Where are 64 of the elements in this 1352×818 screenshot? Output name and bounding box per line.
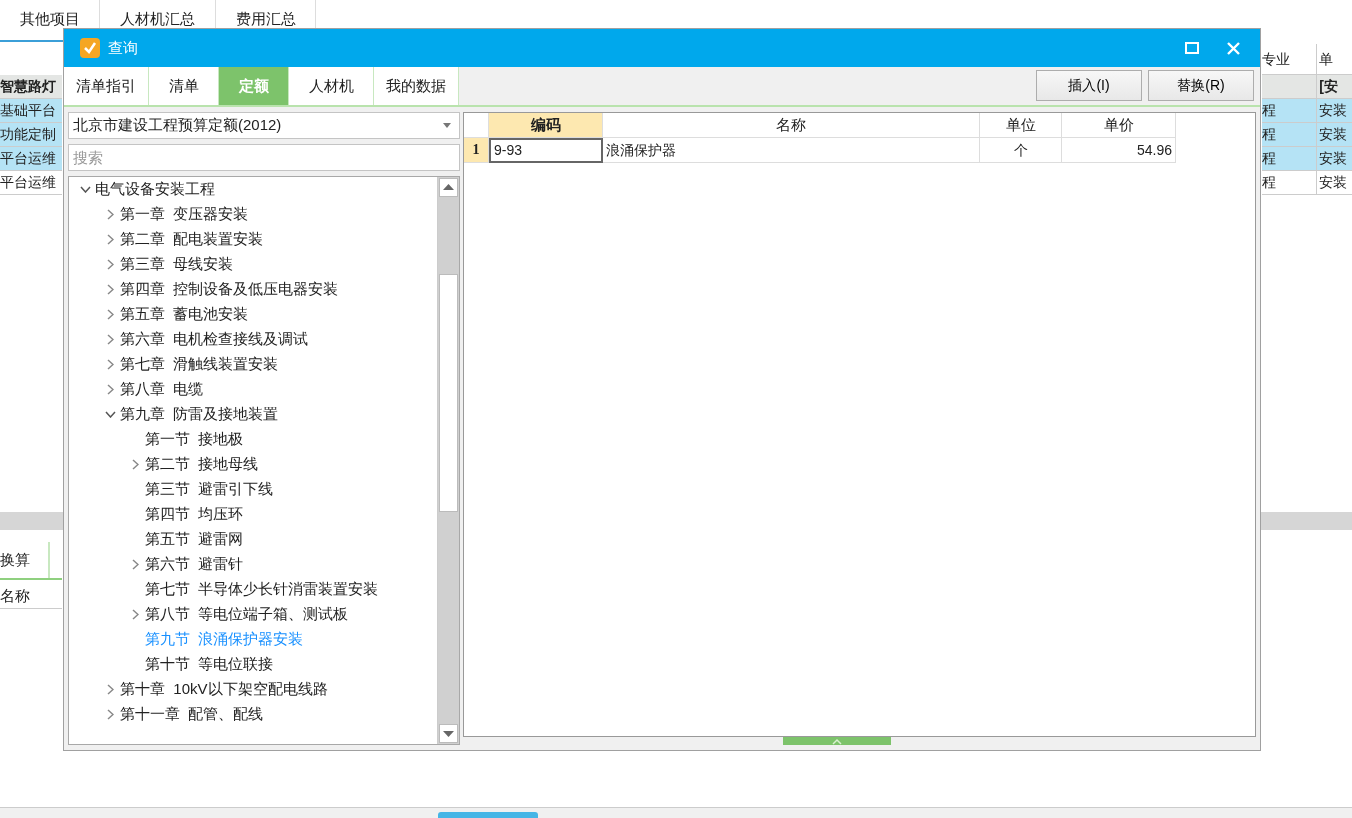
action-button[interactable]: 插入(I) [1036, 70, 1142, 101]
window-title: 查询 [108, 38, 138, 58]
tree-item[interactable]: 第三节 避雷引下线 [145, 480, 274, 499]
table-cell: 安装 [1317, 171, 1352, 195]
table-cell: 54.96 [1062, 138, 1176, 163]
table-cell: [安 [1317, 75, 1352, 99]
scroll-thumb[interactable] [439, 274, 458, 512]
tree-item[interactable]: 第九章 防雷及接地装置 [120, 405, 279, 424]
column-header[interactable]: 编码 [489, 113, 603, 138]
tree-item[interactable]: 第十节 等电位联接 [145, 655, 274, 674]
tree-item[interactable]: 第二章 配电装置安装 [120, 230, 264, 249]
caret-icon [443, 123, 451, 128]
table-cell: 平台运维 [0, 147, 62, 171]
close-icon[interactable] [1227, 41, 1240, 55]
tree-item[interactable]: 第一节 接地极 [145, 430, 244, 449]
table-cell: 名称 [0, 584, 62, 609]
tree-item[interactable]: 第六节 避雷针 [145, 555, 244, 574]
table-cell: 安装 [1317, 123, 1352, 147]
tree-item[interactable]: 第五节 避雷网 [145, 530, 244, 549]
tree-item[interactable]: 第八节 等电位端子箱、测试板 [145, 605, 349, 624]
table-cell: 程 [1262, 99, 1318, 123]
table-cell: 安装 [1317, 99, 1352, 123]
tab[interactable]: 人材机 [289, 67, 374, 105]
tab[interactable]: 我的数据 [374, 67, 459, 105]
tree-item[interactable]: 第十一章 配管、配线 [120, 705, 264, 724]
table-cell: 基础平台 [0, 99, 62, 123]
column-header[interactable]: 名称 [603, 113, 980, 138]
tree-item[interactable]: 第七章 滑触线装置安装 [120, 355, 279, 374]
table-cell: 9-93 [489, 138, 603, 163]
tree-item[interactable]: 第二节 接地母线 [145, 455, 259, 474]
table-cell: 程 [1262, 171, 1318, 195]
table-cell: 安装 [1317, 147, 1352, 171]
scroll-down-icon[interactable] [439, 724, 458, 743]
detail-tab[interactable]: 换算 [0, 542, 50, 578]
table-cell: 浪涌保护器 [603, 138, 980, 163]
app-logo-icon [80, 38, 100, 58]
table-cell: 平台运维 [0, 171, 62, 195]
tree-item[interactable]: 第一章 变压器安装 [120, 205, 249, 224]
tree-item[interactable]: 电气设备安装工程 [95, 180, 215, 199]
tree-item[interactable]: 第十章 10kV以下架空配电线路 [120, 680, 328, 699]
column-header[interactable]: 单位 [980, 113, 1062, 138]
scroll-up-icon[interactable] [439, 178, 458, 197]
tab[interactable]: 清单 [149, 67, 219, 105]
tree-item[interactable]: 第七节 半导体少长针消雷装置安装 [145, 580, 379, 599]
row-number: 1 [464, 138, 489, 163]
table-cell: 个 [980, 138, 1062, 163]
table-cell: 程 [1262, 147, 1318, 171]
tree-item[interactable]: 第八章 电缆 [120, 380, 204, 399]
maximize-icon[interactable] [1185, 42, 1199, 54]
scrollbar[interactable] [437, 177, 459, 744]
column-header[interactable]: 单价 [1062, 113, 1176, 138]
tree-item[interactable]: 第六章 电机检查接线及调试 [120, 330, 309, 349]
tree-item[interactable]: 第四节 均压环 [145, 505, 244, 524]
library-dropdown[interactable]: 北京市建设工程预算定额(2012) [68, 112, 460, 139]
splitter-handle[interactable] [783, 737, 891, 745]
table-cell: 程 [1262, 123, 1318, 147]
tab[interactable]: 清单指引 [64, 67, 149, 105]
table-cell: 功能定制 [0, 123, 62, 147]
tree-item[interactable]: 第三章 母线安装 [120, 255, 234, 274]
tree-item[interactable]: 第四章 控制设备及低压电器安装 [120, 280, 339, 299]
search-field[interactable]: 搜索 [68, 144, 460, 171]
table-cell: 智慧路灯 [0, 75, 62, 99]
tree-item[interactable]: 第五章 蓄电池安装 [120, 305, 249, 324]
action-button[interactable]: 替换(R) [1148, 70, 1254, 101]
